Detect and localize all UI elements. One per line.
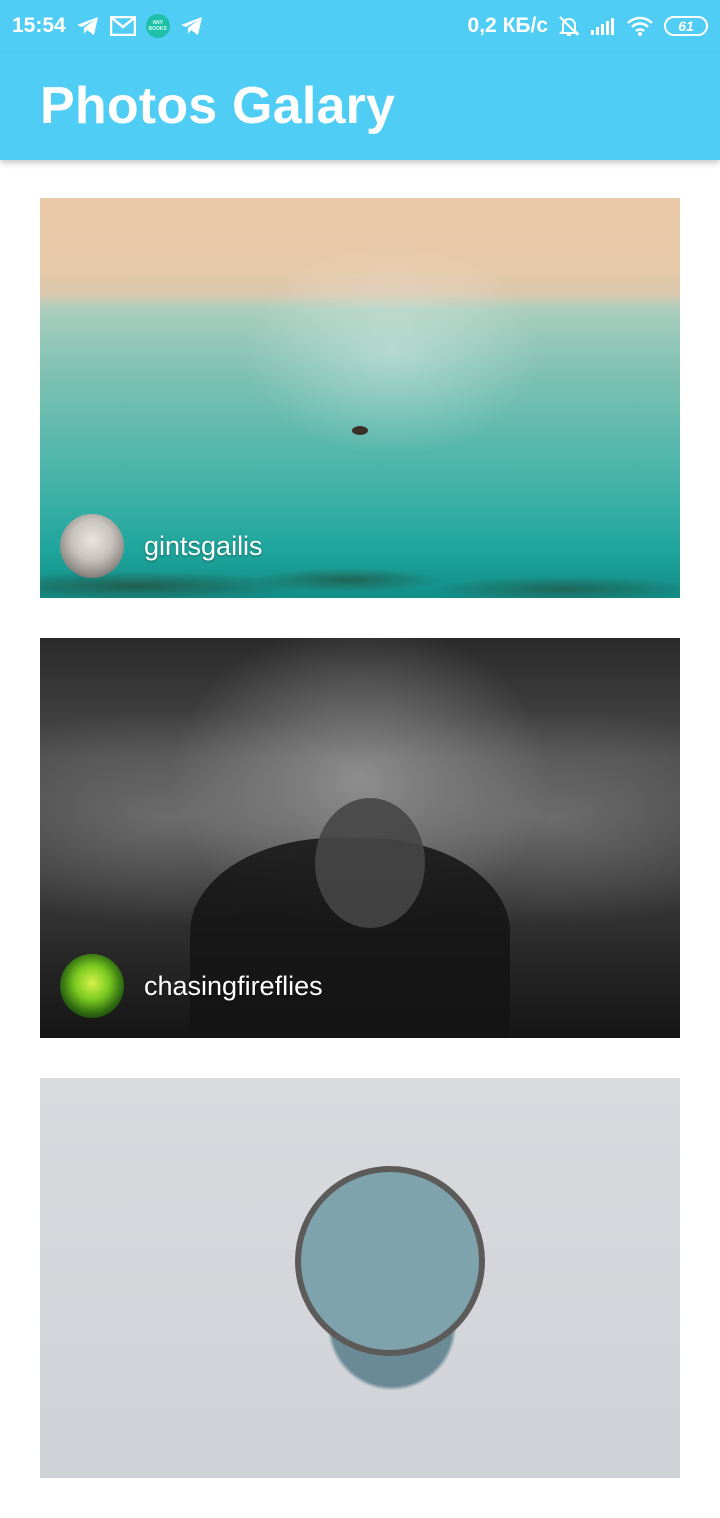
photo-card[interactable]: chasingfireflies	[40, 638, 680, 1038]
status-bar-left: 15:54 ANY BOOKS	[12, 14, 204, 38]
photo-author[interactable]: gintsgailis	[60, 514, 263, 578]
photo-author[interactable]: chasingfireflies	[60, 954, 323, 1018]
telegram-icon	[76, 15, 100, 37]
network-speed: 0,2 КБ/с	[467, 14, 548, 37]
gmail-icon	[109, 16, 136, 36]
battery-icon: 61	[664, 16, 708, 36]
signal-icon	[590, 16, 616, 36]
status-bar: 15:54 ANY BOOKS 0,2 КБ/с 61	[0, 0, 720, 52]
photo-feed[interactable]: gintsgailis chasingfireflies	[40, 198, 680, 1518]
battery-level: 61	[678, 18, 694, 34]
telegram-icon	[180, 15, 204, 37]
photo-card[interactable]	[40, 1078, 680, 1478]
status-time: 15:54	[12, 14, 66, 37]
bell-off-icon	[558, 15, 580, 37]
anybooks-label: ANY BOOKS	[148, 20, 167, 32]
face	[315, 798, 425, 928]
avatar[interactable]	[60, 954, 124, 1018]
swimmer	[352, 426, 368, 435]
wifi-icon	[626, 15, 654, 37]
author-name[interactable]: chasingfireflies	[144, 971, 323, 1002]
avatar[interactable]	[60, 514, 124, 578]
anybooks-icon: ANY BOOKS	[145, 14, 170, 38]
app-title: Photos Galary	[40, 77, 396, 135]
status-bar-right: 0,2 КБ/с 61	[468, 14, 708, 38]
author-name[interactable]: gintsgailis	[144, 531, 263, 562]
app-bar: Photos Galary	[0, 52, 720, 160]
photo-image[interactable]	[40, 1078, 680, 1478]
round-sofa	[295, 1166, 485, 1356]
photo-card[interactable]: gintsgailis	[40, 198, 680, 598]
